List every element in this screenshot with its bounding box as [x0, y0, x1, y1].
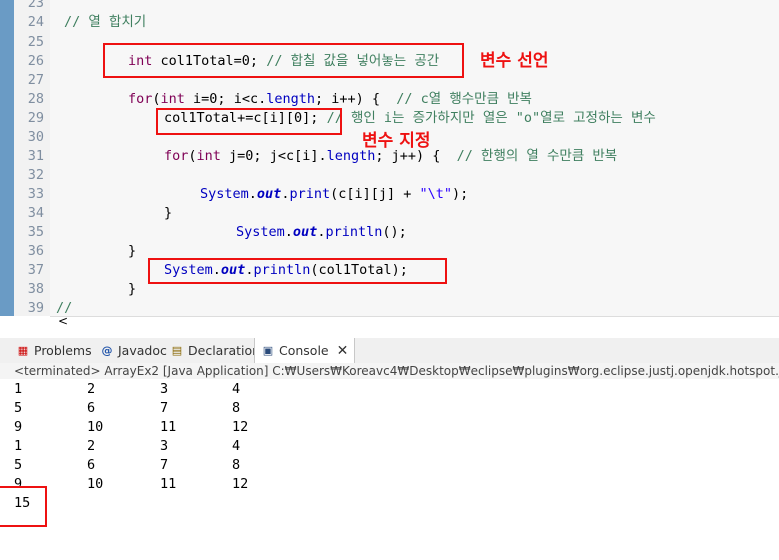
editor-left-margin	[0, 0, 14, 316]
console-value: 1	[14, 438, 23, 454]
tab-console[interactable]: ▣ Console ✕	[254, 338, 356, 363]
tab-label: Console	[279, 343, 329, 358]
tab-declaration[interactable]: ▤ Declaration	[170, 338, 260, 363]
assignment-highlight-box	[156, 108, 342, 135]
line-number: 35	[27, 224, 44, 240]
scroll-left-icon[interactable]: <	[58, 314, 68, 328]
line-number: 37	[27, 262, 44, 278]
console-value: 4	[232, 381, 241, 397]
line-number: 34	[27, 205, 44, 221]
console-value: 6	[87, 400, 96, 416]
line-number: 23	[27, 0, 44, 11]
line-number: 32	[27, 167, 44, 183]
console-value: 10	[87, 419, 104, 435]
code-line[interactable]: System.out.print(c[i][j] + "\t");	[200, 185, 468, 204]
console-icon: ▣	[262, 343, 274, 357]
console-value: 5	[14, 400, 23, 416]
console-value: 6	[87, 457, 96, 473]
javadoc-icon: @	[101, 343, 113, 357]
tab-label: Javadoc	[118, 343, 167, 358]
line-number: 26	[27, 53, 44, 69]
console-value: 12	[232, 476, 249, 492]
code-line[interactable]: System.out.println();	[236, 223, 407, 242]
console-output[interactable]: 1 2 3 4 5 6 7 8 9 10 11 12 1 2 3 4 5 6 7 8 9 10 11 12 15	[0, 379, 779, 560]
tab-label: Declaration	[188, 343, 261, 358]
declaration-highlight-box	[103, 43, 464, 78]
result-highlight-box	[0, 486, 47, 527]
code-editor[interactable]: 23 24 25 26 27 28 29 30 31 32 33 34 35 3…	[0, 0, 779, 316]
problems-icon: ▦	[17, 343, 29, 357]
code-line[interactable]: }	[164, 204, 172, 223]
line-number: 28	[27, 91, 44, 107]
divider	[0, 330, 779, 338]
console-value: 2	[87, 381, 96, 397]
annotation-declare: 변수 선언	[480, 51, 549, 71]
console-value: 9	[14, 419, 23, 435]
line-number: 24	[27, 14, 44, 30]
line-number: 33	[27, 186, 44, 202]
code-line[interactable]: for(int i=0; i<c.length; i++) { // c열 행수…	[128, 90, 532, 109]
code-line[interactable]: // 열 합치기	[64, 13, 146, 32]
console-value: 12	[232, 419, 249, 435]
line-number: 30	[27, 129, 44, 145]
line-number: 39	[27, 300, 44, 316]
console-value: 3	[160, 438, 169, 454]
console-value: 7	[160, 457, 169, 473]
console-value: 7	[160, 400, 169, 416]
code-line[interactable]: }	[128, 242, 136, 261]
annotation-assign: 변수 지정	[362, 131, 431, 151]
code-line[interactable]: }	[128, 280, 136, 299]
console-value: 1	[14, 381, 23, 397]
console-value: 8	[232, 400, 241, 416]
line-number: 38	[27, 281, 44, 297]
declaration-icon: ▤	[171, 343, 183, 357]
close-icon[interactable]: ✕	[337, 343, 349, 359]
console-value: 11	[160, 419, 177, 435]
editor-horizontal-scrollbar[interactable]: <	[50, 314, 779, 331]
console-value: 8	[232, 457, 241, 473]
console-value: 2	[87, 438, 96, 454]
output-highlight-box	[148, 258, 447, 284]
line-number: 31	[27, 148, 44, 164]
console-value: 3	[160, 381, 169, 397]
line-number: 25	[27, 34, 44, 50]
console-value: 10	[87, 476, 104, 492]
tab-javadoc[interactable]: @ Javadoc	[100, 338, 167, 363]
line-number: 36	[27, 243, 44, 259]
console-value: 5	[14, 457, 23, 473]
line-number: 29	[27, 110, 44, 126]
console-status-line: <terminated> ArrayEx2 [Java Application]…	[0, 363, 779, 379]
line-number: 27	[27, 72, 44, 88]
view-tab-bar: ▦ Problems @ Javadoc ▤ Declaration ▣ Con…	[0, 338, 779, 364]
tab-problems[interactable]: ▦ Problems	[16, 338, 92, 363]
console-value: 11	[160, 476, 177, 492]
tab-label: Problems	[34, 343, 92, 358]
console-value: 4	[232, 438, 241, 454]
